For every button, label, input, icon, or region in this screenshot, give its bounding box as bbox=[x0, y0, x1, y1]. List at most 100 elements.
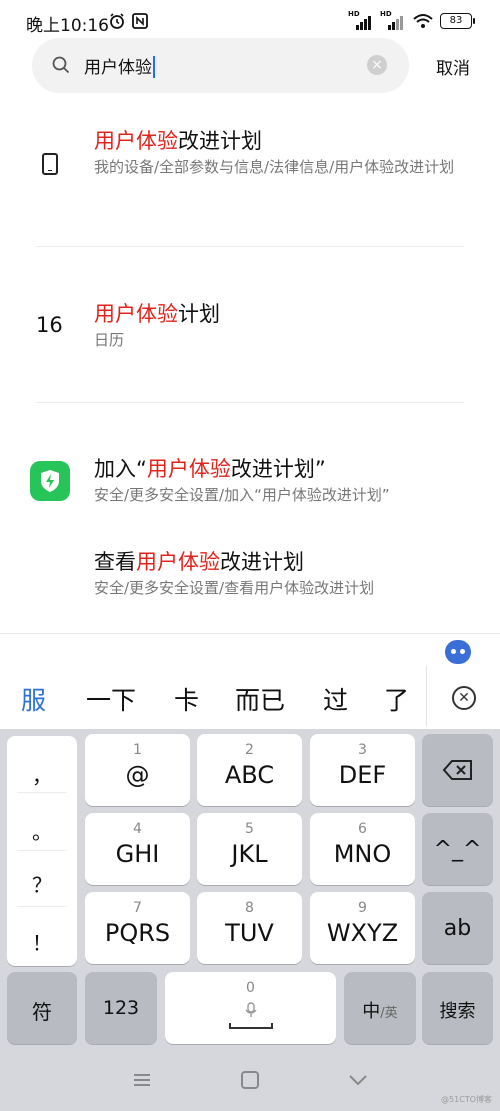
result-title: 加入“用户体验改进计划” bbox=[94, 453, 326, 483]
result-title: 用户体验改进计划 bbox=[94, 125, 262, 155]
status-time: 晚上10:16 bbox=[26, 16, 109, 36]
nfc-icon bbox=[132, 13, 148, 29]
status-right: HD HD 83 bbox=[348, 10, 475, 30]
search-key-button[interactable]: 搜索 bbox=[422, 972, 493, 1044]
key-label: 符 bbox=[32, 1000, 52, 1024]
signal-2-label: HD bbox=[380, 10, 392, 18]
divider bbox=[17, 850, 67, 851]
key-label: 123 bbox=[102, 997, 140, 1019]
result-title-rest: 改进计划 bbox=[220, 550, 304, 574]
candidate-word[interactable]: 而已 bbox=[235, 681, 285, 717]
battery-icon: 83 bbox=[440, 13, 475, 29]
result-title-highlight: 用户体验 bbox=[136, 550, 220, 574]
key-number: 1 bbox=[133, 742, 142, 758]
key-number: 9 bbox=[358, 900, 367, 916]
text-cursor bbox=[153, 56, 155, 78]
candidate-separator bbox=[426, 666, 427, 726]
result-title-prefix: 加入“ bbox=[94, 457, 147, 481]
clear-search-button[interactable]: × bbox=[367, 55, 387, 75]
wifi-icon bbox=[413, 14, 433, 28]
key-1[interactable]: 1 @ bbox=[85, 734, 190, 806]
key-number: 0 bbox=[246, 980, 255, 996]
space-button[interactable]: 0 bbox=[165, 972, 336, 1044]
key-9[interactable]: 9 WXYZ bbox=[310, 892, 415, 964]
result-title-prefix: 查看 bbox=[94, 550, 136, 574]
chevron-down-icon[interactable] bbox=[347, 1070, 369, 1090]
key-number: 4 bbox=[133, 821, 142, 837]
result-subtitle: 安全/更多安全设置/加入“用户体验改进计划” bbox=[94, 486, 390, 504]
punctuation-column[interactable]: ， 。 ？ ！ bbox=[7, 736, 77, 966]
result-subtitle: 安全/更多安全设置/查看用户体验改进计划 bbox=[94, 579, 375, 597]
status-bar: 晚上10:16 HD HD 83 bbox=[0, 0, 500, 42]
divider bbox=[36, 246, 464, 247]
close-candidates-icon[interactable]: ✕ bbox=[452, 686, 476, 710]
alarm-icon bbox=[110, 13, 124, 29]
key-label: GHI bbox=[115, 840, 160, 868]
key-number: 7 bbox=[133, 900, 142, 916]
search-icon bbox=[52, 56, 70, 74]
punct-key-exclaim[interactable]: ！ bbox=[7, 927, 77, 956]
candidate-word[interactable]: 过 bbox=[323, 681, 348, 717]
key-label: JKL bbox=[231, 840, 268, 868]
cancel-button[interactable]: 取消 bbox=[436, 54, 470, 79]
key-number: 6 bbox=[358, 821, 367, 837]
english-mode-button[interactable]: ab bbox=[422, 892, 493, 964]
divider bbox=[17, 792, 67, 793]
key-label: @ bbox=[125, 761, 150, 789]
candidate-word[interactable]: 卡 bbox=[174, 681, 199, 717]
language-alt-label: /英 bbox=[380, 1006, 398, 1021]
key-label: PQRS bbox=[104, 919, 171, 947]
key-label: ^_^ bbox=[433, 837, 482, 862]
key-2[interactable]: 2 ABC bbox=[197, 734, 302, 806]
key-4[interactable]: 4 GHI bbox=[85, 813, 190, 885]
key-5[interactable]: 5 JKL bbox=[197, 813, 302, 885]
home-icon[interactable] bbox=[239, 1070, 261, 1090]
key-3[interactable]: 3 DEF bbox=[310, 734, 415, 806]
result-title-highlight: 用户体验 bbox=[94, 129, 178, 153]
assistant-avatar-icon[interactable] bbox=[445, 640, 471, 664]
key-6[interactable]: 6 MNO bbox=[310, 813, 415, 885]
punct-key-question[interactable]: ？ bbox=[7, 869, 77, 898]
key-8[interactable]: 8 TUV bbox=[197, 892, 302, 964]
emoticon-button[interactable]: ^_^ bbox=[422, 813, 493, 885]
signal-1-icon: HD bbox=[348, 10, 374, 30]
calendar-date-icon: 16 bbox=[36, 313, 63, 337]
language-main-label: 中 bbox=[362, 1001, 381, 1022]
result-title-highlight: 用户体验 bbox=[146, 457, 231, 481]
key-label: TUV bbox=[225, 919, 274, 947]
search-input-value: 用户体验 bbox=[84, 58, 152, 78]
language-toggle-button[interactable]: 中/英 bbox=[344, 972, 416, 1044]
divider bbox=[36, 402, 464, 403]
security-app-icon bbox=[30, 461, 70, 501]
key-number: 5 bbox=[245, 821, 254, 837]
watermark: @51CTO博客 bbox=[441, 1095, 492, 1104]
result-title-highlight: 用户体验 bbox=[94, 302, 178, 326]
candidate-word[interactable]: 一下 bbox=[86, 681, 136, 717]
result-subtitle: 日历 bbox=[94, 331, 125, 349]
search-input[interactable]: 用户体验 bbox=[84, 53, 155, 78]
key-number: 8 bbox=[245, 900, 254, 916]
result-title-rest: 改进计划 bbox=[178, 129, 262, 153]
number-mode-button[interactable]: 123 bbox=[85, 972, 157, 1044]
backspace-icon bbox=[442, 760, 472, 780]
candidate-word[interactable]: 服 bbox=[21, 681, 46, 717]
menu-icon[interactable] bbox=[131, 1070, 153, 1090]
search-bar[interactable]: 用户体验 × bbox=[32, 38, 409, 93]
result-title-rest: 计划 bbox=[178, 302, 220, 326]
candidate-word[interactable]: 了 bbox=[384, 681, 409, 717]
symbol-button[interactable]: 符 bbox=[7, 972, 77, 1044]
signal-1-label: HD bbox=[348, 10, 360, 18]
result-subtitle: 我的设备/全部参数与信息/法律信息/用户体验改进计划 bbox=[94, 158, 455, 176]
key-number: 2 bbox=[245, 742, 254, 758]
key-label: WXYZ bbox=[326, 919, 399, 947]
punct-key-period[interactable]: 。 bbox=[7, 816, 77, 845]
punct-key-comma[interactable]: ， bbox=[7, 760, 77, 789]
result-title-rest: 改进计划” bbox=[230, 457, 326, 481]
key-7[interactable]: 7 PQRS bbox=[85, 892, 190, 964]
space-bar-icon bbox=[229, 1023, 273, 1029]
phone-icon bbox=[42, 153, 58, 175]
divider bbox=[17, 906, 67, 907]
backspace-button[interactable] bbox=[422, 734, 493, 806]
shield-icon bbox=[41, 470, 59, 492]
signal-2-icon: HD bbox=[380, 10, 406, 30]
